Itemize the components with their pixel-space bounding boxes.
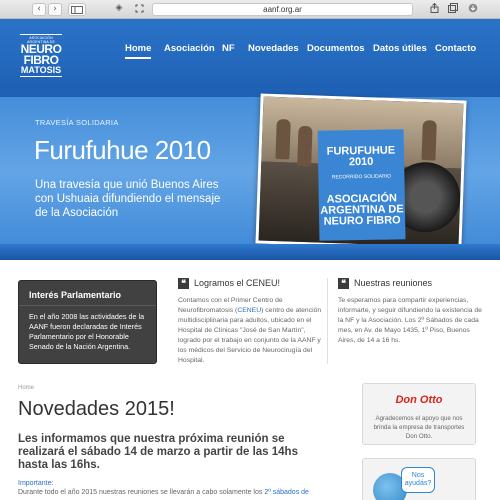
nav-contacto[interactable]: Contacto — [435, 43, 476, 54]
nav-nf[interactable]: NF — [222, 43, 235, 54]
news-body-link[interactable]: 2º sábados de — [264, 489, 309, 496]
back-button[interactable]: ‹ — [32, 3, 46, 16]
hero-kicker: TRAVESÍA SOLIDARIA — [35, 118, 119, 127]
quote-icon: ❝ — [338, 278, 349, 289]
browser-toolbar: ‹ › ◈ aanf.org.ar — [0, 0, 500, 19]
interes-parlamentario-box: Interés Parlamentario En el año 2008 las… — [18, 280, 157, 364]
box-title: Nuestras reuniones — [354, 278, 433, 288]
ceneu-box: ❝ Logramos el CENEU! Contamos con el Pri… — [178, 278, 328, 366]
sponsor-logo[interactable]: Don Otto — [363, 394, 475, 406]
hero-photo: FURUFUHUE 2010 RECORRIDO SOLIDARIO ASOCI… — [255, 93, 467, 251]
quote-icon: ❝ — [178, 278, 189, 289]
flag-title: FURUFUHUE 2010 — [326, 144, 396, 169]
hero-banner[interactable]: TRAVESÍA SOLIDARIA Furufuhue 2010 Una tr… — [0, 85, 500, 260]
nav-datos-utiles[interactable]: Datos útiles — [373, 43, 427, 54]
box-text: Te esperamos para compartir experiencias… — [338, 297, 482, 344]
reader-icon[interactable] — [132, 3, 146, 16]
ceneu-link[interactable]: CENEU — [237, 307, 261, 314]
aanf-logo[interactable]: ASOCIACIÓN ARGENTINA DE NEURO FIBRO MATO… — [20, 34, 62, 77]
nav-home[interactable]: Home — [125, 43, 152, 59]
flag-org: ASOCIACIÓN ARGENTINA DE NEURO FIBRO — [320, 192, 404, 228]
column-divider — [327, 278, 328, 364]
hero-top-band — [0, 85, 500, 97]
hero-subtitle: Una travesía que unió Buenos Aires con U… — [35, 179, 221, 219]
photo-person — [297, 125, 313, 167]
important-label: Importante: — [18, 480, 54, 487]
flag-subtitle: RECORRIDO SOLIDARIO — [331, 173, 392, 181]
shield-icon[interactable]: ◈ — [112, 3, 126, 16]
help-bubble[interactable]: Nos ayudás? — [401, 467, 435, 493]
box-title: Interés Parlamentario — [19, 281, 156, 306]
nav-asociacion[interactable]: Asociación — [164, 43, 215, 54]
nav-documentos[interactable]: Documentos — [307, 43, 365, 54]
photo-person — [275, 119, 291, 160]
box-text: Contamos con el Primer Centro de Neurofi… — [178, 296, 328, 366]
hero-title: Furufuhue 2010 — [34, 135, 211, 165]
photo-person — [421, 120, 437, 161]
logo-line: MATOSIS — [20, 65, 62, 77]
box-text: En el año 2008 las actividades de la AAN… — [29, 312, 145, 351]
news-body-text: Durante todo el año 2015 nuestras reunio… — [18, 489, 265, 496]
page-title: Novedades 2015! — [18, 398, 175, 420]
site-header: ASOCIACIÓN ARGENTINA DE NEURO FIBRO MATO… — [0, 19, 500, 85]
help-widget[interactable]: Nos ayudás? — [362, 458, 476, 500]
address-bar[interactable]: aanf.org.ar — [152, 3, 413, 16]
tabs-icon[interactable] — [447, 3, 459, 16]
sponsor-text: Agradecemos el apoyo que nos brinda la e… — [373, 415, 465, 440]
breadcrumb[interactable]: Home — [18, 385, 34, 391]
reuniones-box: ❝ Nuestras reuniones Te esperamos para c… — [338, 278, 488, 346]
sponsor-box[interactable]: Don Otto Agradecemos el apoyo que nos br… — [362, 383, 476, 445]
news-lead: Les informamos que nuestra próxima reuni… — [18, 433, 298, 471]
hero-bottom-stripe — [0, 244, 500, 260]
sidebar-icon[interactable] — [68, 3, 86, 16]
hero-flag: FURUFUHUE 2010 RECORRIDO SOLIDARIO ASOCI… — [317, 129, 406, 241]
nav-novedades[interactable]: Novedades — [248, 43, 299, 54]
share-icon[interactable] — [428, 2, 440, 16]
forward-button[interactable]: › — [48, 3, 62, 16]
box-text-part: ) centro de atención multidisciplinaria … — [178, 307, 322, 364]
news-body: Durante todo el año 2015 nuestras reunio… — [18, 489, 338, 496]
download-icon[interactable] — [466, 3, 480, 16]
box-title: Logramos el CENEU! — [194, 278, 281, 288]
